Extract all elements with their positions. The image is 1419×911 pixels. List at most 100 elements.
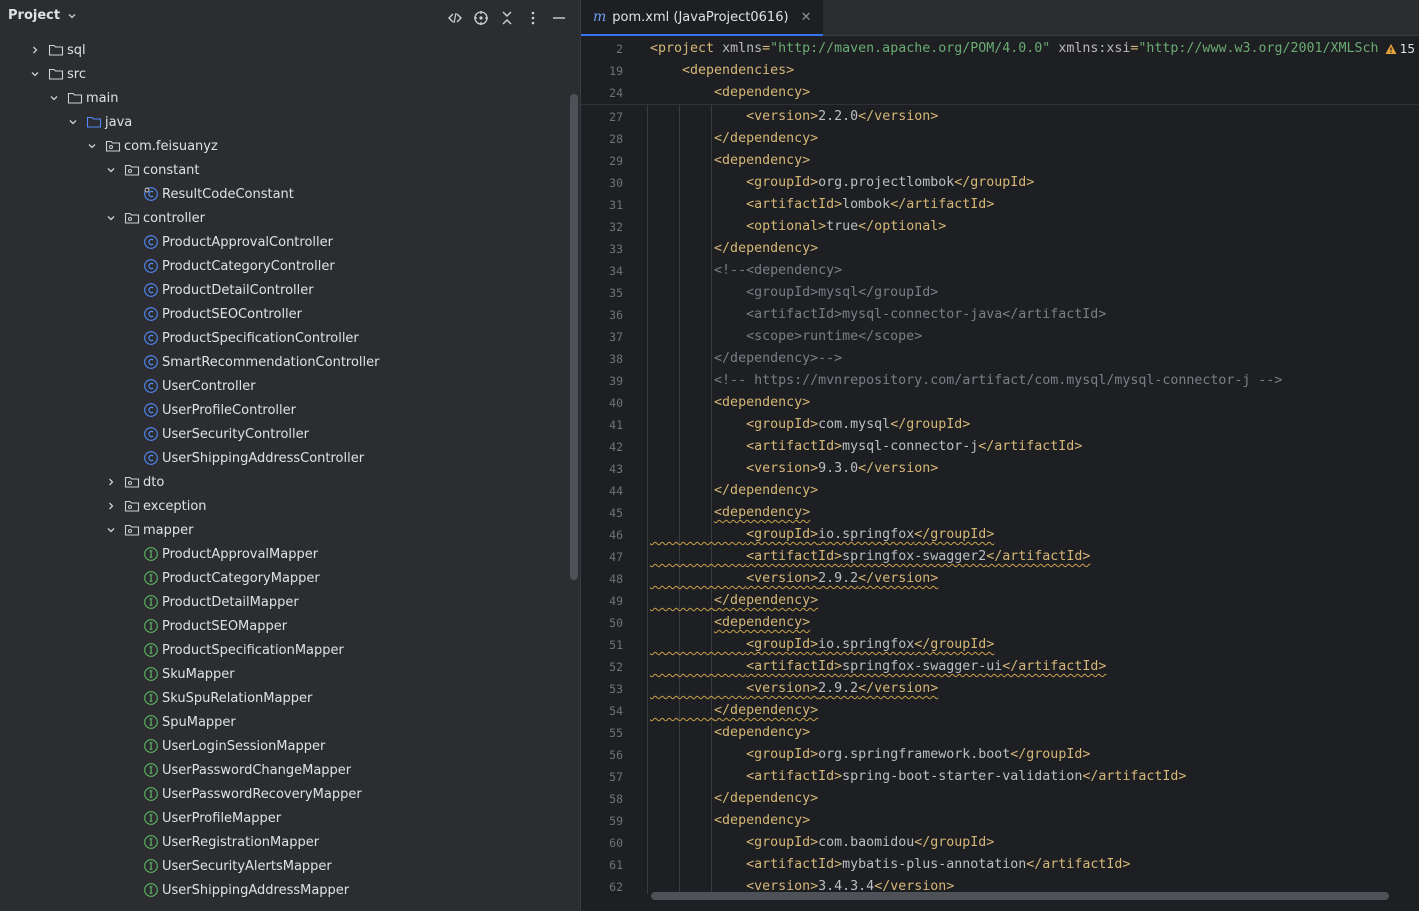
code-line[interactable]: <scope>runtime</scope> (650, 326, 922, 348)
code-line[interactable]: <artifactId>mybatis-plus-annotation</art… (650, 854, 1130, 876)
warnings-indicator[interactable]: 15 (1380, 42, 1415, 56)
code-line[interactable]: </dependency>--> (650, 348, 842, 370)
code-line[interactable]: <groupId>com.baomidou</groupId> (650, 832, 994, 854)
code-line[interactable]: <artifactId>spring-boot-starter-validati… (650, 766, 1186, 788)
tree-item[interactable]: UserLoginSessionMapper (0, 734, 570, 758)
chevron-down-icon[interactable] (67, 116, 79, 128)
code-line[interactable]: <dependency> (650, 612, 810, 634)
tree-item[interactable]: SpuMapper (0, 710, 570, 734)
code-area[interactable]: <project xmlns="http://maven.apache.org/… (641, 38, 1411, 894)
code-line[interactable]: <groupId>org.springframework.boot</group… (650, 744, 1090, 766)
tree-item[interactable]: ProductSEOMapper (0, 614, 570, 638)
line-number: 36 (609, 308, 623, 322)
tree-item[interactable]: mapper (0, 518, 570, 542)
tree-item[interactable]: UserPasswordRecoveryMapper (0, 782, 570, 806)
tree-item[interactable]: java (0, 110, 570, 134)
chevron-down-icon[interactable] (29, 68, 41, 80)
tree-item[interactable]: UserController (0, 374, 570, 398)
tree-item[interactable]: ProductApprovalController (0, 230, 570, 254)
tree-item[interactable]: ProductCategoryMapper (0, 566, 570, 590)
tree-item[interactable]: ProductSEOController (0, 302, 570, 326)
tree-item[interactable]: src (0, 62, 570, 86)
project-view-selector[interactable]: Project (8, 8, 78, 23)
collapse-all-icon[interactable] (498, 9, 516, 27)
tree-item[interactable]: UserRegistrationMapper (0, 830, 570, 854)
code-line[interactable]: <artifactId>springfox-swagger2</artifact… (650, 546, 1090, 568)
sticky-code-line[interactable]: <project xmlns="http://maven.apache.org/… (650, 38, 1379, 60)
interface-icon (143, 618, 159, 634)
code-line[interactable]: <!--<dependency> (650, 260, 842, 282)
tree-item[interactable]: constant (0, 158, 570, 182)
code-line[interactable]: </dependency> (650, 480, 818, 502)
tree-item[interactable]: UserProfileMapper (0, 806, 570, 830)
project-tree[interactable]: sql src main java com.feisuanyz constant Resul… (0, 38, 570, 911)
tree-item[interactable]: ProductDetailController (0, 278, 570, 302)
code-line[interactable]: </dependency> (650, 238, 818, 260)
code-line[interactable]: <dependency> (650, 392, 810, 414)
code-line[interactable]: <version>2.2.0</version> (650, 106, 938, 128)
chevron-down-icon[interactable] (105, 164, 117, 176)
code-line[interactable]: <groupId>mysql</groupId> (650, 282, 938, 304)
more-options-icon[interactable] (524, 9, 542, 27)
tree-item[interactable]: ResultCodeConstant (0, 182, 570, 206)
code-line[interactable]: <dependency> (650, 150, 810, 172)
code-editor[interactable]: m pom.xml (JavaProject0616) ✕ 2 19 24 27 28 2… (581, 0, 1419, 911)
code-line[interactable]: <groupId>io.springfox</groupId> (650, 524, 994, 546)
chevron-down-icon[interactable] (105, 524, 117, 536)
code-line[interactable]: <dependency> (650, 810, 810, 832)
tree-item[interactable]: UserShippingAddressMapper (0, 878, 570, 902)
tree-item[interactable]: ProductApprovalMapper (0, 542, 570, 566)
code-line[interactable]: <artifactId>mysql-connector-j</artifactI… (650, 436, 1082, 458)
collapse-expand-icon[interactable] (446, 9, 464, 27)
code-line[interactable]: <groupId>org.projectlombok</groupId> (650, 172, 1034, 194)
code-line[interactable]: </dependency> (650, 128, 818, 150)
tree-item[interactable]: UserSecurityController (0, 422, 570, 446)
tree-item[interactable]: SkuSpuRelationMapper (0, 686, 570, 710)
code-line[interactable]: <artifactId>mysql-connector-java</artifa… (650, 304, 1106, 326)
tab-pom-xml[interactable]: m pom.xml (JavaProject0616) ✕ (581, 0, 824, 36)
code-line[interactable]: </dependency> (650, 788, 818, 810)
tree-item[interactable]: ProductDetailMapper (0, 590, 570, 614)
code-line[interactable]: <!-- https://mvnrepository.com/artifact/… (650, 370, 1282, 392)
chevron-down-icon[interactable] (86, 140, 98, 152)
chevron-down-icon[interactable] (105, 212, 117, 224)
sticky-code-line[interactable]: <dependencies> (650, 60, 794, 82)
code-line[interactable]: <dependency> (650, 722, 810, 744)
code-line[interactable]: </dependency> (650, 700, 818, 722)
editor-horizontal-scrollbar[interactable] (651, 892, 1389, 900)
tree-item[interactable]: UserProfileController (0, 398, 570, 422)
code-line[interactable]: </dependency> (650, 590, 818, 612)
tree-item[interactable]: UserSecurityAlertsMapper (0, 854, 570, 878)
locate-target-icon[interactable] (472, 9, 490, 27)
tree-item[interactable]: exception (0, 494, 570, 518)
chevron-down-icon[interactable] (48, 92, 60, 104)
chevron-right-icon[interactable] (105, 500, 117, 512)
chevron-right-icon[interactable] (105, 476, 117, 488)
code-line[interactable]: <groupId>com.mysql</groupId> (650, 414, 970, 436)
code-line[interactable]: <version>2.9.2</version> (650, 678, 938, 700)
project-tree-scrollbar[interactable] (570, 94, 578, 580)
code-line[interactable]: <groupId>io.springfox</groupId> (650, 634, 994, 656)
tree-item[interactable]: SmartRecommendationController (0, 350, 570, 374)
code-line[interactable]: <version>2.9.2</version> (650, 568, 938, 590)
code-line[interactable]: <artifactId>springfox-swagger-ui</artifa… (650, 656, 1106, 678)
tree-item[interactable]: ProductCategoryController (0, 254, 570, 278)
tree-item[interactable]: com.feisuanyz (0, 134, 570, 158)
tree-item[interactable]: dto (0, 470, 570, 494)
tree-item[interactable]: UserPasswordChangeMapper (0, 758, 570, 782)
tree-item[interactable]: UserShippingAddressController (0, 446, 570, 470)
tree-item[interactable]: ProductSpecificationMapper (0, 638, 570, 662)
tree-item[interactable]: sql (0, 38, 570, 62)
code-line[interactable]: <optional>true</optional> (650, 216, 946, 238)
tree-item[interactable]: SkuMapper (0, 662, 570, 686)
tree-item[interactable]: ProductSpecificationController (0, 326, 570, 350)
close-icon[interactable]: ✕ (801, 10, 812, 25)
hide-panel-icon[interactable] (550, 9, 568, 27)
tree-item[interactable]: controller (0, 206, 570, 230)
tree-item[interactable]: main (0, 86, 570, 110)
chevron-right-icon[interactable] (29, 44, 41, 56)
code-line[interactable]: <dependency> (650, 502, 810, 524)
sticky-code-line[interactable]: <dependency> (650, 82, 810, 104)
code-line[interactable]: <artifactId>lombok</artifactId> (650, 194, 994, 216)
code-line[interactable]: <version>9.3.0</version> (650, 458, 938, 480)
